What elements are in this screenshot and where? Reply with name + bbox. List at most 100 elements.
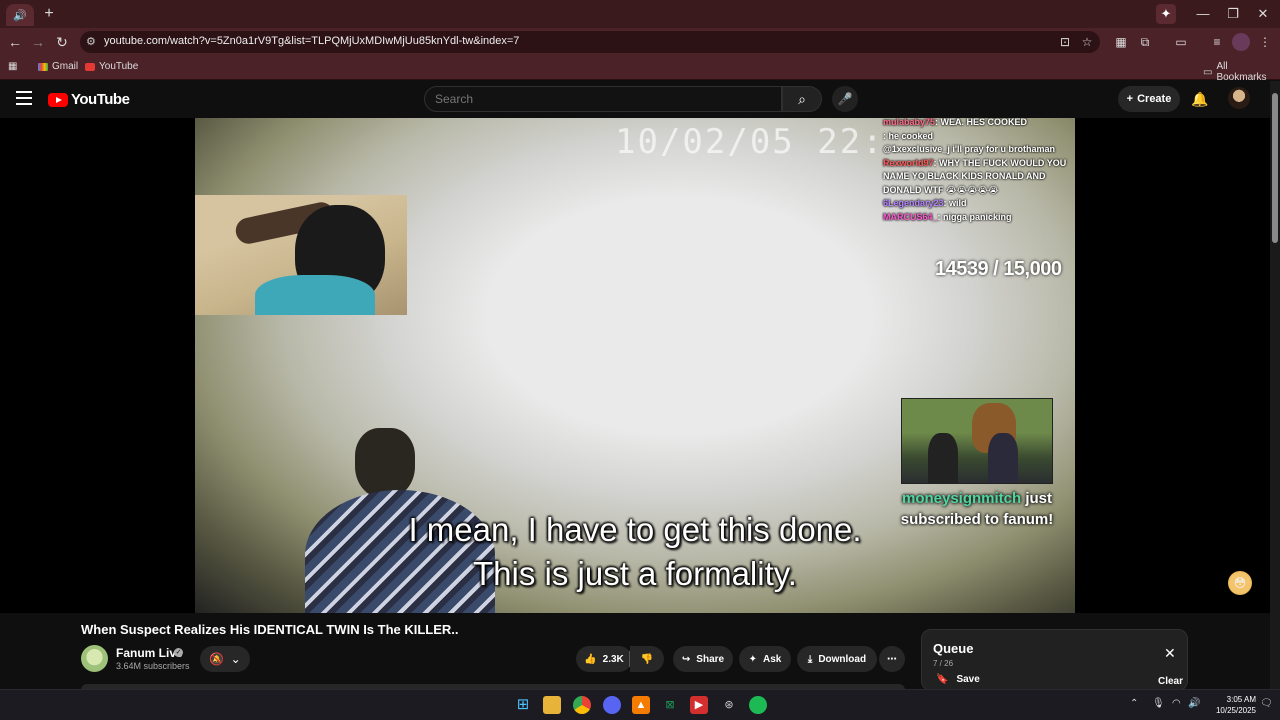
- split-view-icon[interactable]: ▭: [1172, 33, 1190, 51]
- wifi-icon[interactable]: ◠: [1172, 698, 1181, 709]
- search-icon: ⌕: [798, 91, 806, 107]
- more-actions-button[interactable]: ⋯: [879, 646, 905, 672]
- stream-chat-overlay: mulababy75: WEA. HES COOKED : he cooked …: [883, 118, 1073, 224]
- app-a-icon[interactable]: ▲: [632, 696, 650, 714]
- queue-clear-button[interactable]: Clear: [1158, 676, 1183, 687]
- forward-button[interactable]: →: [28, 32, 48, 52]
- queue-count: 7 / 26: [933, 659, 954, 668]
- excel-icon[interactable]: ⊠: [661, 696, 679, 714]
- steam-icon[interactable]: ⊛: [720, 696, 738, 714]
- close-window-button[interactable]: ✕: [1248, 4, 1278, 24]
- video-title: When Suspect Realizes His IDENTICAL TWIN…: [81, 622, 459, 637]
- scrollbar-thumb[interactable]: [1272, 93, 1278, 243]
- profile-avatar[interactable]: [1232, 33, 1250, 51]
- account-avatar[interactable]: [1228, 87, 1250, 109]
- chrome-icon[interactable]: [573, 696, 591, 714]
- discord-icon[interactable]: [603, 696, 621, 714]
- thumbs-up-icon: 👍: [584, 653, 597, 665]
- youtube-icon: [85, 62, 95, 71]
- address-bar[interactable]: ⚙ youtube.com/watch?v=5Zn0a1rV9Tg&list=T…: [80, 31, 1100, 53]
- chat-message: Rexworld97: WHY THE FUCK WOULD YOU NAME …: [883, 157, 1067, 195]
- search-button[interactable]: ⌕: [782, 86, 822, 112]
- reading-list-icon[interactable]: ≡: [1208, 33, 1226, 51]
- dislike-button[interactable]: 👎: [630, 646, 664, 672]
- streamer-webcam: [195, 195, 407, 315]
- extensions-puzzle-icon[interactable]: ⧉: [1136, 33, 1154, 51]
- channel-avatar[interactable]: [81, 645, 108, 672]
- install-app-icon[interactable]: ⊡: [1056, 33, 1074, 51]
- back-button[interactable]: ←: [5, 32, 25, 52]
- bookmarks-bar: ▦ Gmail YouTube ▭ All Bookmarks: [0, 56, 1280, 83]
- thumbs-down-icon: 👎: [640, 653, 654, 665]
- chat-message: 6Legendary23: wild: [883, 198, 967, 208]
- bookmark-gmail[interactable]: Gmail: [38, 61, 78, 72]
- gemini-icon[interactable]: ✦: [1156, 4, 1176, 24]
- subtitle-line-1: I mean, I have to get this done.: [408, 511, 862, 548]
- spotify-icon[interactable]: [749, 696, 767, 714]
- page-scrollbar[interactable]: [1270, 81, 1280, 689]
- volume-icon[interactable]: 🔊: [1188, 698, 1200, 709]
- site-info-icon[interactable]: ⚙: [86, 35, 96, 48]
- gmail-icon: [38, 62, 48, 71]
- audio-icon: 🔊: [13, 9, 27, 22]
- subscriber-count: 3.64M subscribers: [116, 661, 190, 671]
- browser-toolbar: ← → ↻ ⚙ youtube.com/watch?v=5Zn0a1rV9Tg&…: [0, 28, 1280, 56]
- voice-search-button[interactable]: 🎤: [832, 86, 858, 112]
- youtube-logo[interactable]: YouTube: [48, 91, 130, 108]
- more-horizontal-icon: ⋯: [887, 653, 897, 665]
- bookmark-icon: 🔖: [936, 674, 949, 685]
- notification-center-icon[interactable]: 🗨: [1260, 698, 1273, 709]
- browser-tab-strip: 🔊 + ✦ — ❐ ✕: [0, 0, 1280, 28]
- youtube-header: YouTube ⌕ 🎤 +Create 🔔: [0, 81, 1280, 118]
- sparkle-icon: ✦: [748, 653, 758, 665]
- video-timestamp-overlay: 10/02/05 22:: [615, 122, 885, 162]
- apps-grid-icon[interactable]: ▦: [8, 61, 17, 72]
- share-icon: ↪: [681, 653, 691, 665]
- ask-button[interactable]: ✦ Ask: [739, 646, 791, 672]
- mic-icon: 🎤: [837, 92, 853, 106]
- video-app-icon[interactable]: ▶: [690, 696, 708, 714]
- file-explorer-icon[interactable]: [543, 696, 561, 714]
- bookmark-star-icon[interactable]: ☆: [1078, 33, 1096, 51]
- subtitle-line-2: This is just a formality.: [473, 555, 797, 592]
- menu-icon[interactable]: [16, 91, 32, 105]
- queue-panel: Queue 7 / 26 ✕ 🔖 Save Clear: [921, 629, 1188, 691]
- url-text: youtube.com/watch?v=5Zn0a1rV9Tg&list=TLP…: [104, 35, 520, 47]
- all-bookmarks[interactable]: ▭ All Bookmarks: [1203, 61, 1280, 83]
- notifications-bell-icon[interactable]: 🔔: [1190, 89, 1210, 109]
- mic-tray-icon[interactable]: 🎙: [1152, 698, 1165, 709]
- chevron-down-icon: ⌄: [230, 652, 241, 666]
- system-clock[interactable]: 3:05 AM 10/25/2025: [1206, 694, 1256, 716]
- video-frame: 10/02/05 22: mulababy75: WEA. HES COOKED…: [195, 118, 1075, 613]
- minimize-button[interactable]: —: [1188, 4, 1218, 24]
- chat-message: mulababy75: WEA. HES COOKED: [883, 118, 1028, 127]
- share-button[interactable]: ↪ Share: [673, 646, 733, 672]
- sub-goal-counter: 14539 / 15,000: [935, 258, 1062, 280]
- windows-start-icon[interactable]: ⊞: [514, 696, 532, 714]
- extension-icon[interactable]: ▦: [1112, 33, 1130, 51]
- download-button[interactable]: ⤓ Download: [797, 646, 877, 672]
- bell-off-icon: 🔕: [209, 652, 225, 666]
- video-player[interactable]: 10/02/05 22: mulababy75: WEA. HES COOKED…: [0, 118, 1270, 613]
- emoji-reaction-icon[interactable]: 😳: [1228, 571, 1252, 595]
- new-tab-button[interactable]: +: [40, 5, 58, 23]
- tray-overflow-icon[interactable]: ⌃: [1130, 698, 1138, 709]
- queue-save-button[interactable]: 🔖 Save: [936, 674, 980, 685]
- chat-message: MARCUS64_: nigga panicking: [883, 211, 1012, 222]
- close-icon[interactable]: ✕: [1164, 645, 1176, 662]
- reload-button[interactable]: ↻: [52, 32, 72, 52]
- search-box[interactable]: [424, 86, 782, 112]
- browser-menu-icon[interactable]: ⋮: [1256, 33, 1274, 51]
- restore-button[interactable]: ❐: [1218, 4, 1248, 24]
- like-button[interactable]: 👍 2.3K: [576, 646, 632, 672]
- browser-tab[interactable]: 🔊: [6, 4, 34, 26]
- verified-icon: ✓: [174, 648, 183, 657]
- search-input[interactable]: [425, 87, 781, 111]
- chat-message: @1xexclusive_j i'll pray for u brothaman: [883, 144, 1055, 154]
- sub-alert-image: [901, 398, 1053, 484]
- create-button[interactable]: + Create: [1118, 86, 1180, 112]
- subscribed-notifications-button[interactable]: 🔕 ⌄: [200, 646, 250, 672]
- plus-icon: +: [1126, 93, 1134, 105]
- bookmark-youtube[interactable]: YouTube: [85, 61, 138, 72]
- channel-name[interactable]: Fanum Live: [116, 646, 183, 660]
